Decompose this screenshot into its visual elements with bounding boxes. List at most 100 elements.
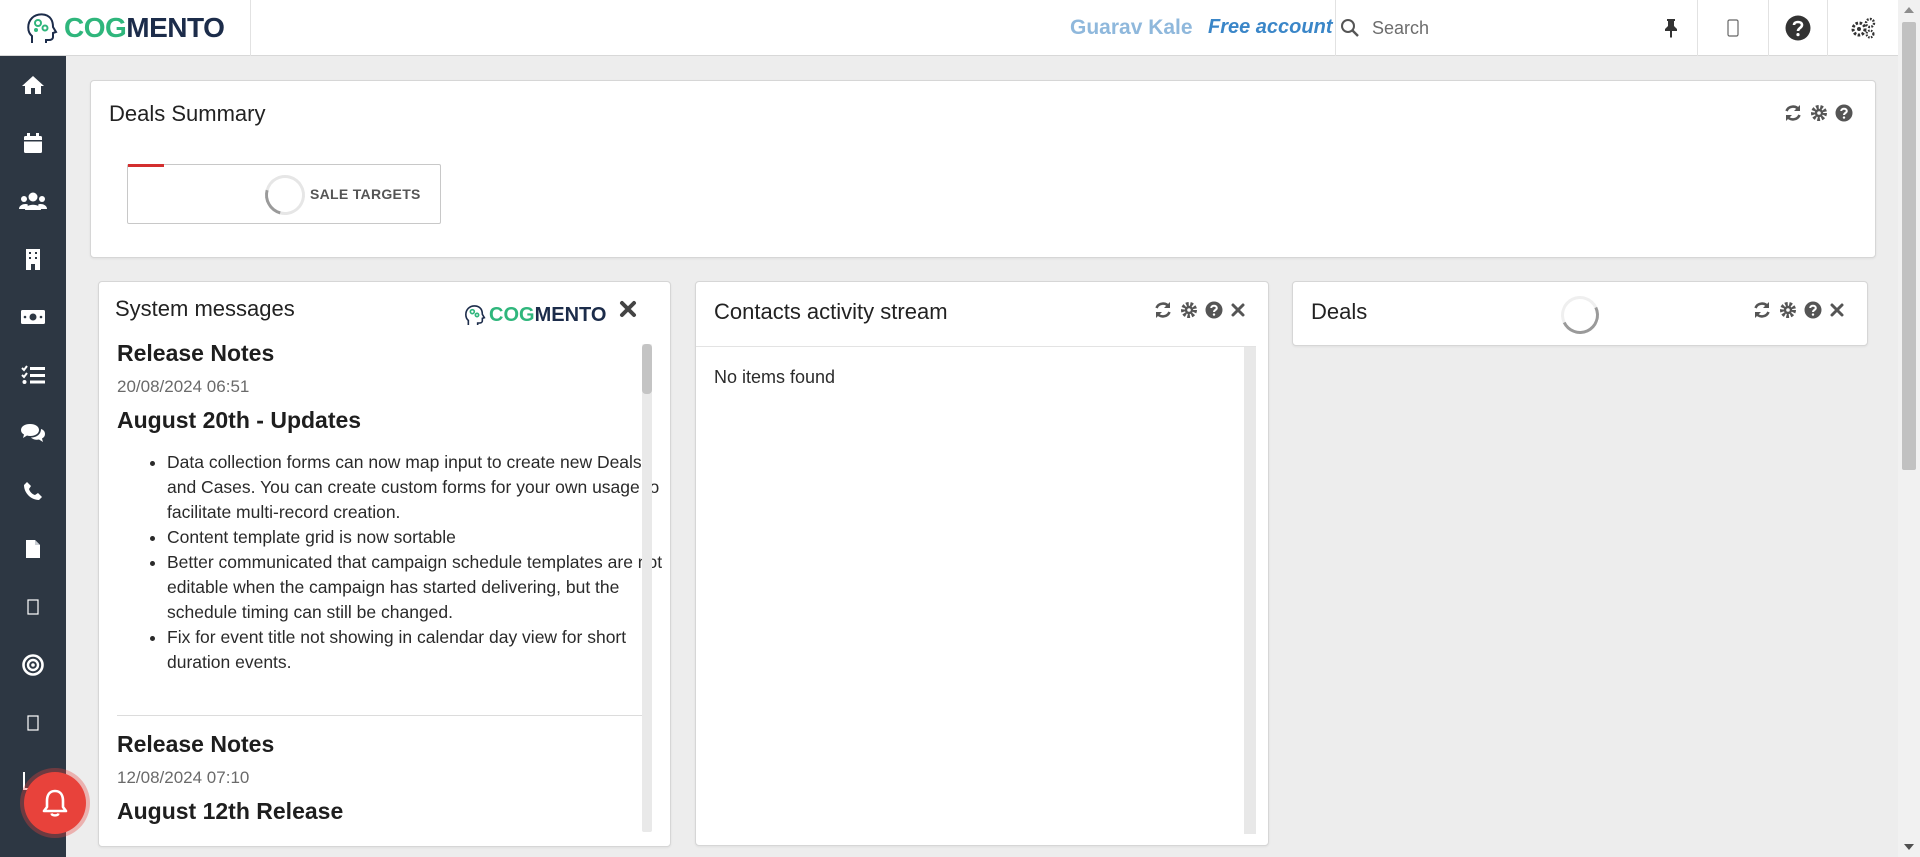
page-scrollbar[interactable] <box>1898 0 1920 857</box>
sidebar-item-home[interactable] <box>0 56 66 114</box>
scroll-down-arrow[interactable] <box>1904 844 1914 850</box>
tasks-icon <box>21 365 45 384</box>
deals-summary-title: Deals Summary <box>109 101 266 126</box>
companies-icon <box>26 249 40 270</box>
sidebar-item-calendar[interactable] <box>0 114 66 172</box>
activity-stream-list: No items found <box>696 346 1256 834</box>
sidebar <box>0 56 66 857</box>
pin-icon <box>1665 19 1677 38</box>
help-icon[interactable] <box>1835 104 1853 122</box>
system-messages-scrollbar-thumb[interactable] <box>642 344 652 394</box>
empty-state-text: No items found <box>714 367 836 387</box>
refresh-icon[interactable] <box>1783 103 1803 123</box>
contacts-activity-card: Contacts activity stream No items found <box>695 281 1269 846</box>
sidebar-item-email[interactable] <box>0 578 66 636</box>
logo-text-cog: COG <box>489 303 535 326</box>
cases-icon <box>21 424 45 442</box>
close-icon[interactable] <box>1230 302 1246 318</box>
message-bullet: Content template grid is now sortable <box>167 525 672 550</box>
mobile-icon <box>1727 19 1739 37</box>
sidebar-item-forms[interactable] <box>0 694 66 752</box>
sale-targets-label: SALE TARGETS <box>310 186 421 202</box>
sidebar-item-tasks[interactable] <box>0 346 66 404</box>
bell-icon <box>42 789 68 817</box>
deals-summary-card: Deals Summary SALE TARGETS <box>90 80 1876 258</box>
sidebar-item-cases[interactable] <box>0 404 66 462</box>
deals-title: Deals <box>1311 299 1368 324</box>
close-icon[interactable] <box>619 300 637 318</box>
logo-head-icon <box>27 13 58 43</box>
cogmento-logo[interactable]: COGMENTO <box>0 0 251 56</box>
search-box <box>1335 0 1697 56</box>
system-messages-list[interactable]: Release Notes 20/08/2024 06:51 August 20… <box>117 340 672 828</box>
sidebar-item-contacts[interactable] <box>0 172 66 230</box>
calls-icon <box>24 482 42 500</box>
mobile-button[interactable] <box>1697 0 1768 56</box>
sidebar-item-documents[interactable] <box>0 520 66 578</box>
settings-gears-icon <box>1851 17 1876 39</box>
message-bullet: Better communicated that campaign schedu… <box>167 550 672 625</box>
calendar-icon <box>24 133 42 153</box>
free-account-link[interactable]: Free account <box>1208 16 1332 39</box>
message-date: 20/08/2024 06:51 <box>117 377 250 396</box>
deals-card: Deals <box>1292 281 1868 346</box>
message-bullet: Data collection forms can now map input … <box>167 450 672 525</box>
sale-targets-widget[interactable]: SALE TARGETS <box>127 164 441 224</box>
deals-icon <box>21 310 45 324</box>
page-scrollbar-thumb[interactable] <box>1902 22 1916 470</box>
notification-bell-button[interactable] <box>24 772 86 834</box>
message-heading: August 12th Release <box>117 798 344 824</box>
settings-icon[interactable] <box>1779 301 1797 319</box>
settings-button[interactable] <box>1827 0 1898 56</box>
user-name[interactable]: Guarav Kale <box>1070 16 1193 40</box>
close-icon[interactable] <box>1829 302 1845 318</box>
help-button[interactable] <box>1768 0 1827 56</box>
campaigns-icon <box>22 654 44 676</box>
logo-text-cog: COG <box>64 12 127 43</box>
message-heading: August 20th - Updates <box>117 407 362 433</box>
message-item: Release Notes 12/08/2024 07:10 August 12… <box>117 731 672 825</box>
system-messages-card: System messages COGMENTO Release Notes 2… <box>98 281 671 847</box>
settings-icon[interactable] <box>1180 301 1198 319</box>
contacts-activity-toolbar <box>1153 300 1246 320</box>
message-item: Release Notes 20/08/2024 06:51 August 20… <box>117 340 672 675</box>
message-date: 12/08/2024 07:10 <box>117 768 250 787</box>
contacts-activity-title: Contacts activity stream <box>714 299 948 324</box>
message-title: Release Notes <box>117 340 275 366</box>
refresh-icon[interactable] <box>1153 300 1173 320</box>
sidebar-item-deals[interactable] <box>0 288 66 346</box>
system-messages-scrollbar[interactable] <box>642 344 652 832</box>
sidebar-item-calls[interactable] <box>0 462 66 520</box>
refresh-icon[interactable] <box>1752 300 1772 320</box>
message-divider <box>117 715 642 716</box>
system-messages-logo: COGMENTO <box>463 302 606 328</box>
message-title: Release Notes <box>117 731 275 757</box>
loading-spinner <box>257 167 313 223</box>
home-icon <box>22 76 44 94</box>
search-input[interactable] <box>1372 17 1652 39</box>
logo-text-mento: MENTO <box>126 12 225 43</box>
help-icon[interactable] <box>1804 301 1822 319</box>
deals-toolbar <box>1752 300 1845 320</box>
deals-summary-toolbar <box>1783 103 1853 123</box>
sidebar-item-campaigns[interactable] <box>0 636 66 694</box>
help-icon[interactable] <box>1205 301 1223 319</box>
search-icon <box>1341 19 1359 37</box>
activity-stream-scrollbar[interactable] <box>1244 347 1256 834</box>
forms-icon <box>27 715 39 731</box>
pin-button[interactable] <box>1645 0 1697 56</box>
settings-icon[interactable] <box>1810 104 1828 122</box>
message-bullet: Fix for event title not showing in calen… <box>167 625 672 675</box>
loading-spinner <box>1555 290 1605 340</box>
logo-head-icon <box>465 305 486 325</box>
top-navbar: COGMENTO Guarav Kale Free account <box>0 0 1898 56</box>
documents-icon <box>26 540 40 558</box>
sale-targets-progress <box>128 164 164 167</box>
scroll-up-arrow[interactable] <box>1904 7 1914 13</box>
email-icon <box>27 599 39 615</box>
message-bullets: Data collection forms can now map input … <box>167 450 672 675</box>
sidebar-item-companies[interactable] <box>0 230 66 288</box>
help-icon <box>1785 15 1811 41</box>
contacts-icon <box>19 192 47 210</box>
logo-text-mento: MENTO <box>534 303 607 326</box>
